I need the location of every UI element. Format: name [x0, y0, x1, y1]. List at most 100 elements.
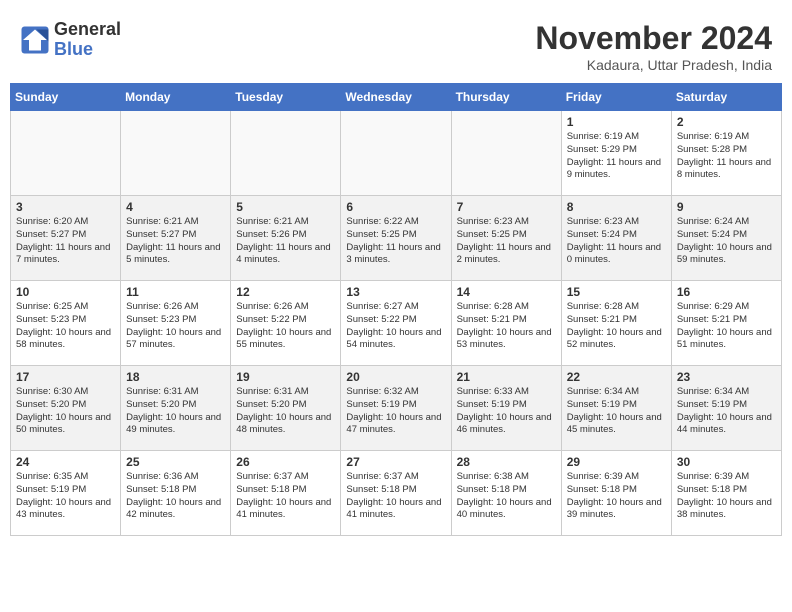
day-detail: Sunrise: 6:31 AM Sunset: 5:20 PM Dayligh…: [236, 386, 335, 437]
day-detail: Sunrise: 6:36 AM Sunset: 5:18 PM Dayligh…: [126, 471, 225, 522]
day-detail: Sunrise: 6:22 AM Sunset: 5:25 PM Dayligh…: [346, 216, 445, 267]
calendar-cell: 18Sunrise: 6:31 AM Sunset: 5:20 PM Dayli…: [121, 366, 231, 451]
day-number: 10: [16, 285, 115, 299]
day-number: 27: [346, 455, 445, 469]
calendar-cell: 6 Sunrise: 6:22 AM Sunset: 5:25 PM Daylig…: [341, 196, 451, 281]
day-number: 6: [346, 200, 445, 214]
logo-blue-text: Blue: [54, 40, 121, 60]
calendar-cell: 5 Sunrise: 6:21 AM Sunset: 5:26 PM Daylig…: [231, 196, 341, 281]
calendar-cell: 16 Sunrise: 6:29 AM Sunset: 5:21 PM Dayli…: [671, 281, 781, 366]
calendar-cell: 20 Sunrise: 6:32 AM Sunset: 5:19 PM Dayli…: [341, 366, 451, 451]
calendar-cell: 19 Sunrise: 6:31 AM Sunset: 5:20 PM Dayli…: [231, 366, 341, 451]
day-detail: Sunrise: 6:33 AM Sunset: 5:19 PM Dayligh…: [457, 386, 556, 437]
day-number: 28: [457, 455, 556, 469]
day-detail: Sunrise: 6:39 AM Sunset: 5:18 PM Dayligh…: [567, 471, 666, 522]
day-header-wednesday: Wednesday: [341, 84, 451, 111]
day-detail: Sunrise: 6:30 AM Sunset: 5:20 PM Dayligh…: [16, 386, 115, 437]
day-number: 20: [346, 370, 445, 384]
calendar-cell: 1Sunrise: 6:19 AM Sunset: 5:29 PM Daylig…: [561, 111, 671, 196]
day-number: 1: [567, 115, 666, 129]
calendar-cell: 10 Sunrise: 6:25 AM Sunset: 5:23 PM Dayli…: [11, 281, 121, 366]
day-detail: Sunrise: 6:28 AM Sunset: 5:21 PM Dayligh…: [457, 301, 556, 352]
days-of-week-row: SundayMondayTuesdayWednesdayThursdayFrid…: [11, 84, 782, 111]
day-number: 3: [16, 200, 115, 214]
day-number: 17: [16, 370, 115, 384]
day-detail: Sunrise: 6:21 AM Sunset: 5:27 PM Dayligh…: [126, 216, 225, 267]
calendar-cell: 17 Sunrise: 6:30 AM Sunset: 5:20 PM Dayli…: [11, 366, 121, 451]
day-number: 13: [346, 285, 445, 299]
day-number: 2: [677, 115, 776, 129]
calendar-cell: [231, 111, 341, 196]
day-header-sunday: Sunday: [11, 84, 121, 111]
calendar-cell: 23 Sunrise: 6:34 AM Sunset: 5:19 PM Dayli…: [671, 366, 781, 451]
logo-icon: [20, 25, 50, 55]
calendar-week-5: 24 Sunrise: 6:35 AM Sunset: 5:19 PM Dayli…: [11, 451, 782, 536]
calendar-cell: 30Sunrise: 6:39 AM Sunset: 5:18 PM Dayli…: [671, 451, 781, 536]
title-area: November 2024 Kadaura, Uttar Pradesh, In…: [535, 20, 772, 73]
day-detail: Sunrise: 6:25 AM Sunset: 5:23 PM Dayligh…: [16, 301, 115, 352]
day-number: 26: [236, 455, 335, 469]
day-number: 12: [236, 285, 335, 299]
calendar-cell: 29 Sunrise: 6:39 AM Sunset: 5:18 PM Dayli…: [561, 451, 671, 536]
day-detail: Sunrise: 6:23 AM Sunset: 5:25 PM Dayligh…: [457, 216, 556, 267]
calendar-cell: [451, 111, 561, 196]
day-number: 23: [677, 370, 776, 384]
calendar-cell: 25 Sunrise: 6:36 AM Sunset: 5:18 PM Dayli…: [121, 451, 231, 536]
day-detail: Sunrise: 6:31 AM Sunset: 5:20 PM Dayligh…: [126, 386, 225, 437]
calendar-cell: 8Sunrise: 6:23 AM Sunset: 5:24 PM Daylig…: [561, 196, 671, 281]
day-header-saturday: Saturday: [671, 84, 781, 111]
calendar-body: 1Sunrise: 6:19 AM Sunset: 5:29 PM Daylig…: [11, 111, 782, 536]
day-detail: Sunrise: 6:34 AM Sunset: 5:19 PM Dayligh…: [677, 386, 776, 437]
location-text: Kadaura, Uttar Pradesh, India: [535, 57, 772, 73]
day-detail: Sunrise: 6:20 AM Sunset: 5:27 PM Dayligh…: [16, 216, 115, 267]
calendar-cell: 2Sunrise: 6:19 AM Sunset: 5:28 PM Daylig…: [671, 111, 781, 196]
day-detail: Sunrise: 6:35 AM Sunset: 5:19 PM Dayligh…: [16, 471, 115, 522]
calendar-header: SundayMondayTuesdayWednesdayThursdayFrid…: [11, 84, 782, 111]
day-detail: Sunrise: 6:29 AM Sunset: 5:21 PM Dayligh…: [677, 301, 776, 352]
day-detail: Sunrise: 6:34 AM Sunset: 5:19 PM Dayligh…: [567, 386, 666, 437]
day-detail: Sunrise: 6:21 AM Sunset: 5:26 PM Dayligh…: [236, 216, 335, 267]
day-detail: Sunrise: 6:32 AM Sunset: 5:19 PM Dayligh…: [346, 386, 445, 437]
calendar-week-2: 3 Sunrise: 6:20 AM Sunset: 5:27 PM Daylig…: [11, 196, 782, 281]
calendar-cell: 28 Sunrise: 6:38 AM Sunset: 5:18 PM Dayli…: [451, 451, 561, 536]
month-title: November 2024: [535, 20, 772, 57]
day-number: 5: [236, 200, 335, 214]
calendar-cell: 27Sunrise: 6:37 AM Sunset: 5:18 PM Dayli…: [341, 451, 451, 536]
calendar-week-4: 17 Sunrise: 6:30 AM Sunset: 5:20 PM Dayli…: [11, 366, 782, 451]
calendar-cell: 24 Sunrise: 6:35 AM Sunset: 5:19 PM Dayli…: [11, 451, 121, 536]
calendar-cell: 9 Sunrise: 6:24 AM Sunset: 5:24 PM Daylig…: [671, 196, 781, 281]
day-detail: Sunrise: 6:38 AM Sunset: 5:18 PM Dayligh…: [457, 471, 556, 522]
day-number: 21: [457, 370, 556, 384]
logo: General Blue: [20, 20, 121, 60]
calendar-week-1: 1Sunrise: 6:19 AM Sunset: 5:29 PM Daylig…: [11, 111, 782, 196]
day-number: 14: [457, 285, 556, 299]
day-number: 9: [677, 200, 776, 214]
day-number: 15: [567, 285, 666, 299]
day-number: 11: [126, 285, 225, 299]
calendar-cell: 21 Sunrise: 6:33 AM Sunset: 5:19 PM Dayli…: [451, 366, 561, 451]
calendar-cell: [11, 111, 121, 196]
day-detail: Sunrise: 6:28 AM Sunset: 5:21 PM Dayligh…: [567, 301, 666, 352]
logo-general-text: General: [54, 20, 121, 40]
day-number: 25: [126, 455, 225, 469]
day-number: 29: [567, 455, 666, 469]
day-detail: Sunrise: 6:26 AM Sunset: 5:22 PM Dayligh…: [236, 301, 335, 352]
day-number: 19: [236, 370, 335, 384]
day-header-tuesday: Tuesday: [231, 84, 341, 111]
calendar-cell: 11Sunrise: 6:26 AM Sunset: 5:23 PM Dayli…: [121, 281, 231, 366]
day-number: 8: [567, 200, 666, 214]
day-number: 24: [16, 455, 115, 469]
calendar-cell: 26 Sunrise: 6:37 AM Sunset: 5:18 PM Dayli…: [231, 451, 341, 536]
day-number: 7: [457, 200, 556, 214]
calendar-table: SundayMondayTuesdayWednesdayThursdayFrid…: [10, 83, 782, 536]
calendar-cell: 22Sunrise: 6:34 AM Sunset: 5:19 PM Dayli…: [561, 366, 671, 451]
page-header: General Blue November 2024 Kadaura, Utta…: [10, 10, 782, 78]
day-detail: Sunrise: 6:37 AM Sunset: 5:18 PM Dayligh…: [236, 471, 335, 522]
day-number: 16: [677, 285, 776, 299]
calendar-cell: 7 Sunrise: 6:23 AM Sunset: 5:25 PM Daylig…: [451, 196, 561, 281]
day-number: 30: [677, 455, 776, 469]
day-header-thursday: Thursday: [451, 84, 561, 111]
calendar-week-3: 10 Sunrise: 6:25 AM Sunset: 5:23 PM Dayli…: [11, 281, 782, 366]
day-detail: Sunrise: 6:24 AM Sunset: 5:24 PM Dayligh…: [677, 216, 776, 267]
calendar-cell: 14 Sunrise: 6:28 AM Sunset: 5:21 PM Dayli…: [451, 281, 561, 366]
